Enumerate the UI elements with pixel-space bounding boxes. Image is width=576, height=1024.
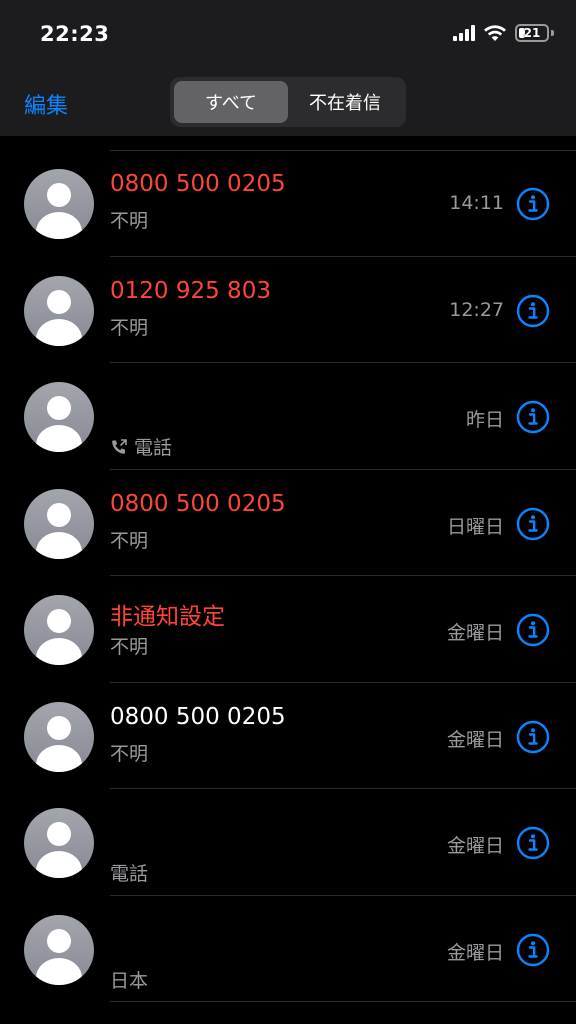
call-subtitle-text: 不明 [110, 210, 149, 232]
call-time: 日曜日 [446, 515, 504, 538]
cellular-signal-icon [453, 25, 475, 41]
avatar [24, 169, 94, 239]
call-subtitle-text: 日本 [110, 969, 149, 992]
avatar [24, 701, 94, 772]
outgoing-call-icon [112, 438, 127, 454]
call-subtitle-text: 不明 [110, 742, 149, 765]
avatar [24, 595, 94, 665]
avatar [24, 914, 94, 985]
info-icon[interactable] [516, 507, 550, 541]
caller-name: 0800 500 0205 [110, 703, 286, 730]
status-icons: 21 [453, 24, 554, 42]
info-icon[interactable] [516, 613, 550, 647]
call-row-6[interactable]: 0800 500 0205 不明 金曜日 [0, 683, 576, 790]
status-bar: 22:23 21 [0, 0, 576, 70]
battery-tip [551, 30, 554, 36]
edit-button[interactable]: 編集 [24, 88, 68, 120]
info-icon[interactable] [516, 720, 550, 754]
segment-all[interactable]: すべて [174, 81, 288, 123]
battery-level: 21 [523, 26, 541, 40]
info-icon[interactable] [516, 294, 550, 328]
call-row-4[interactable]: 0800 500 0205 不明 日曜日 [0, 470, 576, 577]
call-subtitle: 電話 [110, 859, 148, 886]
call-row-8[interactable]: 日本 金曜日 [0, 896, 576, 1003]
avatar [24, 488, 94, 559]
status-time: 22:23 [40, 22, 110, 46]
call-subtitle: 電話 [110, 433, 172, 460]
call-subtitle-text: 不明 [110, 529, 149, 552]
call-time: 金曜日 [446, 941, 504, 964]
call-subtitle: 不明 [110, 526, 148, 553]
avatar [24, 808, 94, 878]
info-icon[interactable] [516, 826, 550, 860]
call-subtitle: 不明 [110, 739, 148, 766]
call-time: 金曜日 [446, 835, 504, 857]
avatar [24, 275, 94, 346]
header: 22:23 21 編集 すべて 不在着信 [0, 0, 576, 136]
call-row-3[interactable]: 電話 昨日 [0, 363, 576, 470]
recents-list: 0800 500 0205 不明 14:11 0120 925 803 不明 1… [0, 150, 576, 1002]
call-time: 14:11 [449, 192, 504, 214]
call-row-7[interactable]: 電話 金曜日 [0, 789, 576, 896]
battery-icon: 21 [515, 24, 549, 42]
call-time: 昨日 [465, 409, 504, 431]
call-subtitle-text: 不明 [110, 316, 149, 339]
info-icon[interactable] [516, 933, 550, 967]
call-filter-segmented-control: すべて 不在着信 [170, 77, 406, 127]
wifi-icon [484, 25, 506, 41]
caller-name: 0800 500 0205 [110, 490, 286, 517]
info-icon[interactable] [516, 187, 550, 221]
call-subtitle: 不明 [110, 632, 148, 659]
call-subtitle: 不明 [110, 313, 148, 340]
call-row-1[interactable]: 0800 500 0205 不明 14:11 [0, 150, 576, 257]
caller-name: 0800 500 0205 [110, 171, 286, 197]
info-icon[interactable] [516, 400, 550, 434]
caller-name: 0120 925 803 [110, 277, 271, 304]
call-subtitle: 不明 [110, 206, 148, 233]
call-time: 12:27 [449, 298, 504, 321]
call-subtitle: 日本 [110, 966, 148, 993]
call-subtitle-text: 電話 [134, 437, 173, 459]
call-subtitle-text: 電話 [110, 863, 149, 885]
segment-missed[interactable]: 不在着信 [288, 81, 402, 123]
call-time: 金曜日 [446, 622, 504, 644]
caller-name: 非通知設定 [110, 604, 225, 630]
call-time: 金曜日 [446, 728, 504, 751]
call-subtitle-text: 不明 [110, 636, 149, 658]
call-row-5[interactable]: 非通知設定 不明 金曜日 [0, 576, 576, 683]
avatar [24, 382, 94, 452]
nav-bar: 編集 すべて 不在着信 [0, 70, 576, 130]
call-row-2[interactable]: 0120 925 803 不明 12:27 [0, 257, 576, 364]
